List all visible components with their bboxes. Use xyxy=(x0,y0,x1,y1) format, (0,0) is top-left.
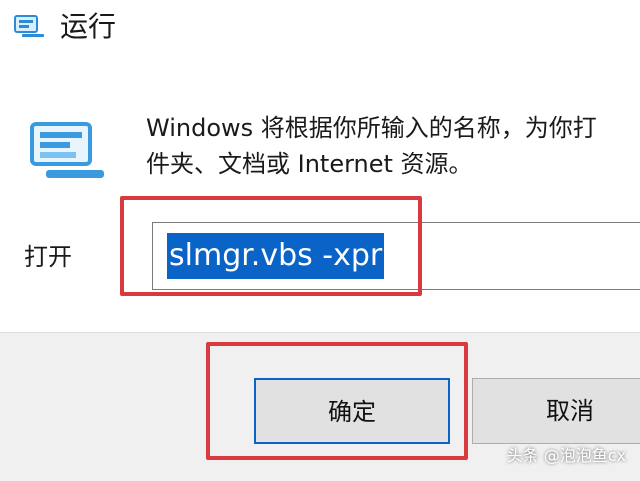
ok-highlight-box xyxy=(206,342,468,460)
cancel-button[interactable]: 取消 xyxy=(472,378,640,444)
window-title: 运行 xyxy=(60,10,117,43)
description-line-2: 件夹、文档或 Internet 资源。 xyxy=(146,150,473,178)
run-dialog-icon xyxy=(14,14,46,38)
open-label: 打开 xyxy=(24,243,72,271)
run-program-icon xyxy=(28,120,108,182)
description-line-1: Windows 将根据你所输入的名称，为你打 xyxy=(146,114,597,142)
watermark-text: 头条 @泡泡鱼cx xyxy=(506,446,626,465)
input-highlight-box xyxy=(120,196,422,296)
title-bar: 运行 xyxy=(0,0,640,56)
dialog-description: Windows 将根据你所输入的名称，为你打 件夹、文档或 Internet 资… xyxy=(146,110,640,190)
